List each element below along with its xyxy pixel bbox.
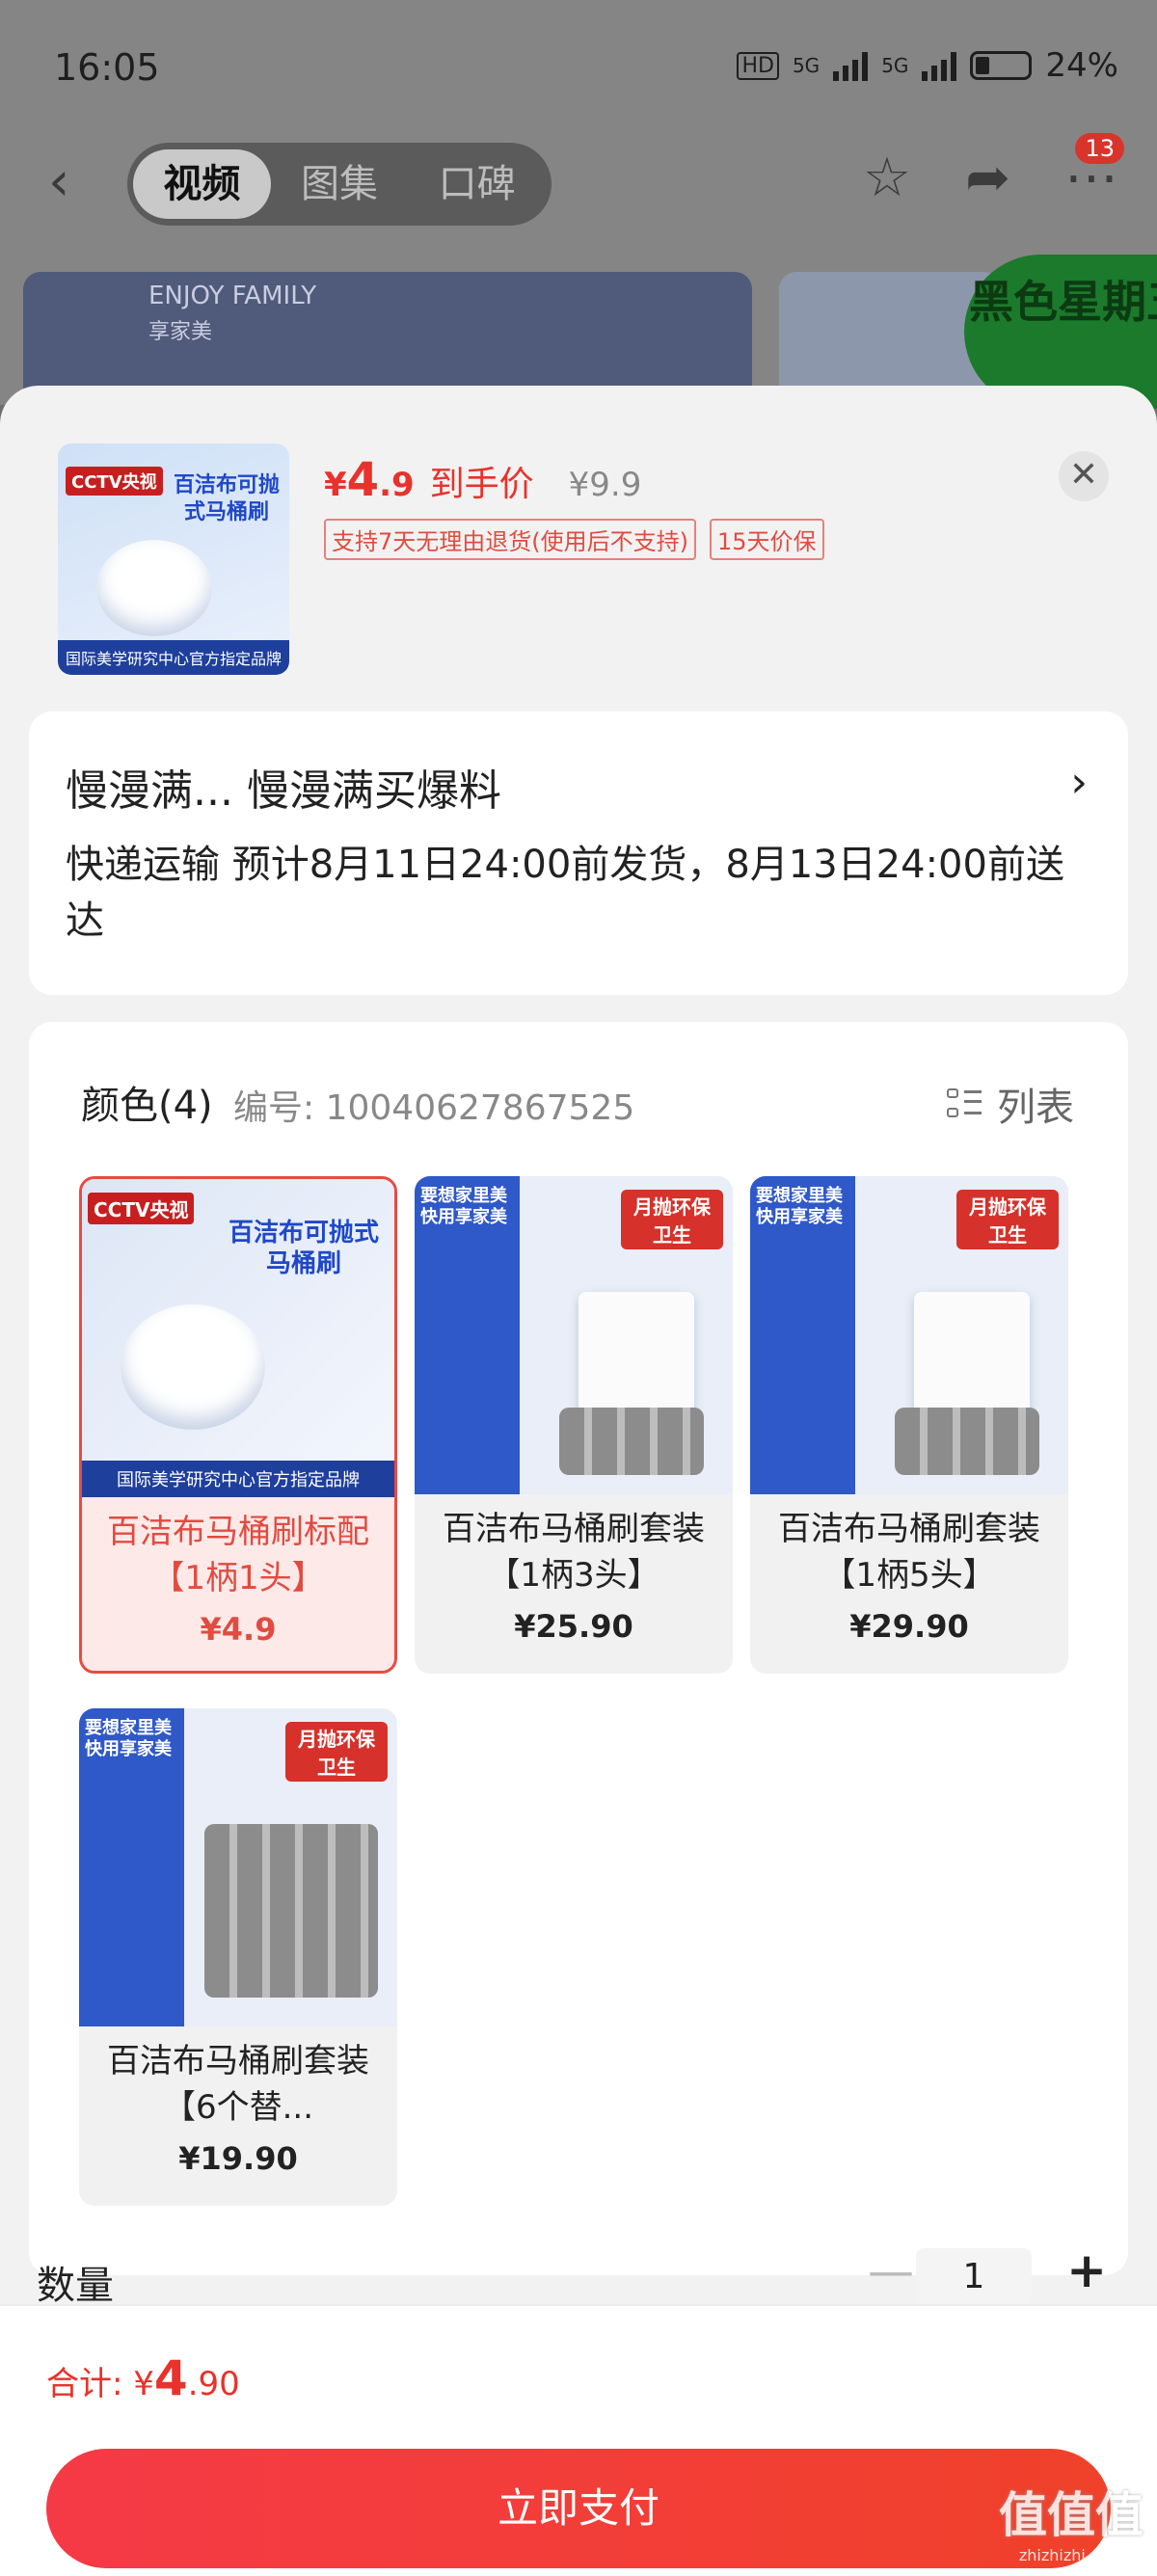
product-code: 编号: 10040627867525 — [233, 1088, 635, 1128]
thumb-title: 百洁布可抛式马桶刷 — [174, 473, 281, 524]
price-protect-tag: 15天价保 — [710, 519, 824, 560]
list-icon — [947, 1087, 982, 1121]
sku-selector-sheet: CCTV央视 百洁布可抛式马桶刷 国际美学研究中心官方指定品牌 ¥4.9 到手价… — [0, 386, 1157, 2574]
variant-option-4[interactable]: 要想家里美 快用享家美 月抛环保卫生 百洁布马桶刷套装【6个替... ¥19.9… — [79, 1708, 397, 2206]
cctv-badge: CCTV央视 — [66, 467, 163, 496]
list-view-label: 列表 — [997, 1086, 1074, 1130]
quantity-label: 数量 — [37, 2264, 114, 2308]
shipping-info: 快递运输 预计8月11日24:00前发货，8月13日24:00前送达 — [66, 843, 1064, 943]
media-tab-switcher: 视频 图集 口碑 — [127, 143, 552, 226]
product-thumbnail: CCTV央视 百洁布可抛式马桶刷 国际美学研究中心官方指定品牌 — [58, 443, 289, 675]
variant-price: ¥29.90 — [849, 1608, 969, 1645]
network-label-1: 5G — [792, 54, 821, 77]
brand-slogan: 要想家里美 快用享家美 — [756, 1186, 843, 1227]
variant-name: 百洁布马桶刷套装【1柄5头】 — [778, 1510, 1040, 1595]
watermark: 值值值 zhizhizhi.com — [999, 2477, 1144, 2564]
brand-en-text: ENJOY FAMILY — [148, 282, 317, 310]
option-title: 颜色(4) — [81, 1084, 213, 1128]
toilet-image — [96, 540, 212, 636]
original-price: ¥9.9 — [568, 466, 642, 504]
variant-image-4: 要想家里美 快用享家美 月抛环保卫生 — [79, 1708, 397, 2026]
variant-footer: 国际美学研究中心官方指定品牌 — [82, 1461, 394, 1497]
back-arrow-icon[interactable]: ‹ — [48, 150, 69, 213]
options-card: 颜色(4) 编号: 10040627867525 列表 CCTV央视 百洁布可抛… — [29, 1022, 1128, 2275]
battery-level: 24% — [1045, 46, 1118, 85]
quantity-input[interactable]: 1 — [916, 2248, 1032, 2306]
variant-option-1[interactable]: CCTV央视 百洁布可抛式马桶刷 国际美学研究中心官方指定品牌 百洁布马桶刷标配… — [79, 1176, 397, 1674]
notification-badge: 13 — [1075, 133, 1124, 164]
address-title: 慢漫满... 慢漫满买爆料 — [66, 766, 501, 816]
watermark-url: zhizhizhi.com — [1018, 2546, 1124, 2564]
brush-heads-image — [895, 1408, 1039, 1475]
variant-image-1: CCTV央视 百洁布可抛式马桶刷 国际美学研究中心官方指定品牌 — [82, 1179, 394, 1497]
tab-reviews[interactable]: 口碑 — [408, 149, 546, 219]
variant-image-3: 要想家里美 快用享家美 月抛环保卫生 — [750, 1176, 1068, 1494]
price-row: ¥4.9 到手价 ¥9.9 — [324, 453, 641, 507]
variant-price: ¥19.90 — [178, 2140, 298, 2177]
variant-option-3[interactable]: 要想家里美 快用享家美 月抛环保卫生 百洁布马桶刷套装【1柄5头】 ¥29.90 — [750, 1176, 1068, 1674]
variant-name: 百洁布马桶刷套装【6个替... — [107, 2042, 369, 2127]
nav-actions: ☆ ➦ ⋯ 13 — [863, 133, 1124, 209]
status-bar: 16:05 HD 5G 5G 24% — [54, 39, 1118, 96]
monthly-badge: 月抛环保卫生 — [285, 1722, 388, 1782]
toilet-image — [121, 1304, 265, 1430]
cctv-badge: CCTV央视 — [88, 1193, 195, 1224]
service-tags: 支持7天无理由退货(使用后不支持) 15天价保 — [324, 519, 824, 560]
variant-name: 百洁布马桶刷套装【1柄3头】 — [443, 1510, 705, 1595]
brush-heads-image — [559, 1408, 704, 1475]
chevron-right-icon: › — [1070, 758, 1088, 807]
watermark-logo: 值值值 — [999, 2487, 1144, 2543]
thumb-footer: 国际美学研究中心官方指定品牌 — [58, 640, 289, 675]
return-policy-tag: 支持7天无理由退货(使用后不支持) — [324, 519, 696, 560]
favorite-star-icon[interactable]: ☆ — [863, 147, 911, 209]
more-menu-icon[interactable]: ⋯ 13 — [1064, 133, 1124, 209]
monthly-badge: 月抛环保卫生 — [956, 1190, 1059, 1249]
share-arrow-icon[interactable]: ➦ — [965, 147, 1010, 209]
brand-slogan: 要想家里美 快用享家美 — [85, 1718, 172, 1759]
tab-gallery[interactable]: 图集 — [271, 149, 409, 219]
variant-image-2: 要想家里美 快用享家美 月抛环保卫生 — [415, 1176, 733, 1494]
status-time: 16:05 — [54, 46, 160, 89]
list-view-button[interactable]: 列表 — [947, 1076, 1074, 1132]
brush-heads-image — [204, 1824, 378, 1998]
quantity-row: 数量 — 1 + — [37, 2242, 1117, 2312]
brand-cn-text: 享家美 — [148, 320, 213, 344]
brand-slogan: 要想家里美 快用享家美 — [420, 1186, 507, 1227]
battery-icon — [970, 51, 1033, 80]
hd-indicator: HD — [737, 51, 779, 80]
monthly-badge: 月抛环保卫生 — [621, 1190, 723, 1249]
variant-name: 百洁布马桶刷标配【1柄1头】 — [107, 1513, 369, 1597]
top-nav: ‹ 视频 图集 口碑 ☆ ➦ ⋯ 13 — [39, 133, 1124, 226]
close-icon[interactable]: ✕ — [1059, 451, 1109, 501]
address-card[interactable]: 慢漫满... 慢漫满买爆料 › 快递运输 预计8月11日24:00前发货，8月1… — [29, 711, 1128, 995]
variant-caption: 百洁布可抛式马桶刷 — [228, 1219, 379, 1278]
minus-icon[interactable]: — — [868, 2244, 914, 2298]
total-price: 合计: ¥4.90 — [46, 2350, 240, 2406]
network-label-2: 5G — [881, 54, 909, 77]
price-label: 到手价 — [429, 465, 534, 504]
variant-option-2[interactable]: 要想家里美 快用享家美 月抛环保卫生 百洁布马桶刷套装【1柄3头】 ¥25.90 — [415, 1176, 733, 1674]
signal-icon — [833, 50, 869, 81]
variant-price: ¥25.90 — [514, 1608, 633, 1645]
checkout-bar: 合计: ¥4.90 立即支付 值值值 zhizhizhi.com — [0, 2304, 1157, 2576]
signal-icon-2 — [922, 50, 957, 81]
tab-video[interactable]: 视频 — [133, 149, 271, 219]
plus-icon[interactable]: + — [1066, 2242, 1107, 2298]
variant-price: ¥4.9 — [200, 1611, 277, 1648]
current-price: ¥4.9 — [324, 453, 415, 507]
pay-now-button[interactable]: 立即支付 — [46, 2449, 1111, 2568]
product-header: CCTV央视 百洁布可抛式马桶刷 国际美学研究中心官方指定品牌 ¥4.9 到手价… — [0, 386, 1157, 704]
